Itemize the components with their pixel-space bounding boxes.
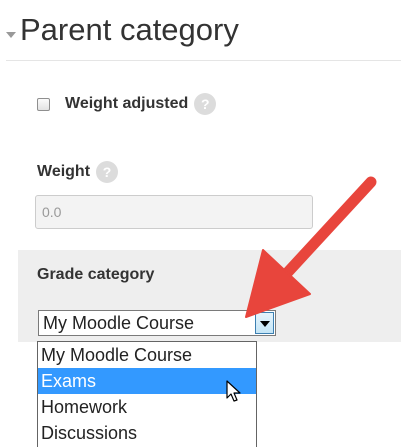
dropdown-button[interactable] <box>255 312 274 334</box>
select-value: My Moodle Course <box>43 313 195 333</box>
section-header[interactable]: Parent category <box>6 8 401 61</box>
section-title: Parent category <box>20 12 239 47</box>
dropdown-option[interactable]: Exams <box>38 368 256 394</box>
grade-category-panel: Grade category My Moodle Course <box>18 250 401 342</box>
dropdown-option[interactable]: Homework <box>38 394 256 420</box>
dropdown-option[interactable]: Discussions <box>38 420 256 446</box>
help-icon[interactable]: ? <box>194 93 217 115</box>
help-icon[interactable]: ? <box>96 161 119 183</box>
caret-down-icon <box>260 321 270 327</box>
grade-category-select[interactable]: My Moodle Course <box>38 310 276 336</box>
weight-input[interactable] <box>35 195 313 229</box>
weight-label-row: Weight ? <box>37 160 119 184</box>
grade-category-label: Grade category <box>37 266 155 283</box>
weight-adjusted-checkbox[interactable] <box>37 97 50 111</box>
chevron-down-icon[interactable] <box>6 32 16 38</box>
dropdown-list: My Moodle Course Exams Homework Discussi… <box>37 341 257 447</box>
mouse-pointer-icon <box>226 380 241 402</box>
dropdown-option[interactable]: My Moodle Course <box>38 342 256 368</box>
weight-adjusted-row: Weight adjusted ? <box>37 92 217 116</box>
weight-label: Weight <box>37 163 91 180</box>
weight-adjusted-label: Weight adjusted <box>65 95 189 112</box>
